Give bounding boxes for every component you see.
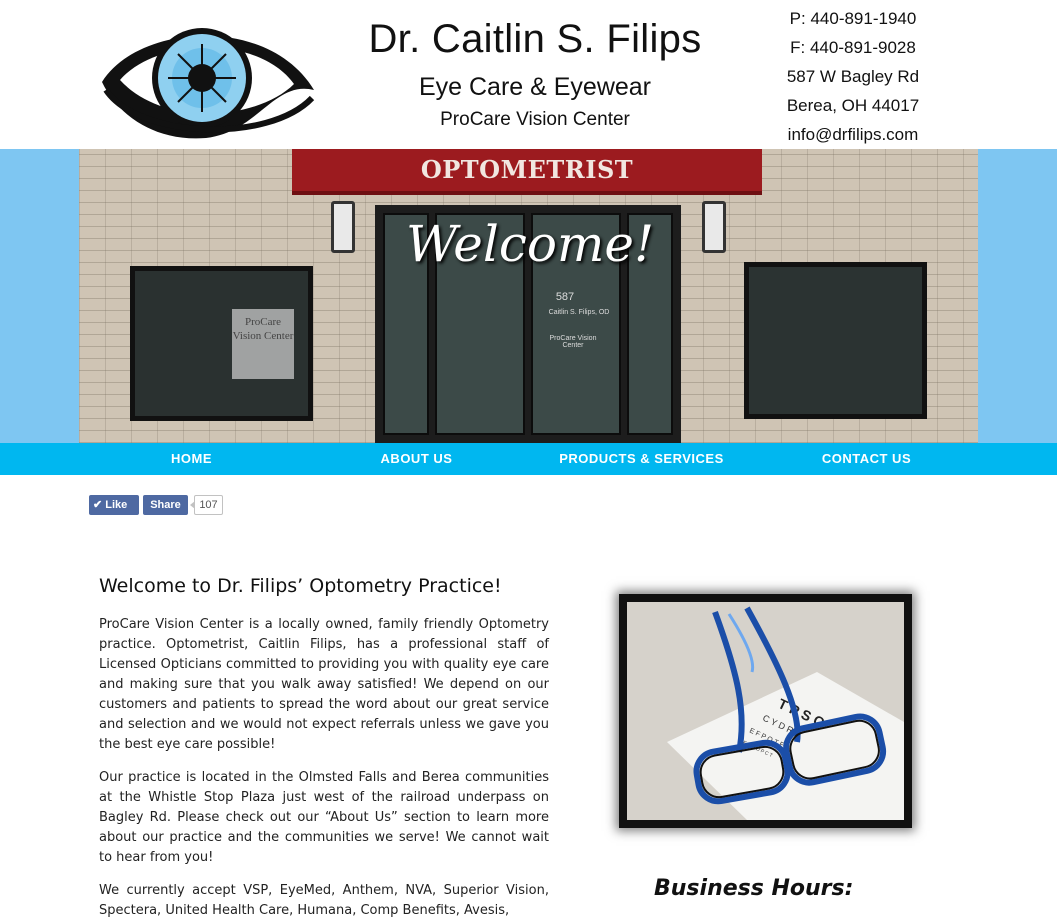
title-block: Dr. Caitlin S. Filips Eye Care & Eyewear… bbox=[330, 8, 740, 136]
door-doctor-name: Caitlin S. Filips, OD bbox=[548, 309, 610, 316]
welcome-script: Welcome! bbox=[405, 215, 655, 273]
page-heading: Welcome to Dr. Filips’ Optometry Practic… bbox=[99, 575, 502, 597]
door-center-name: ProCare Vision Center bbox=[549, 335, 597, 349]
like-count-badge: 107 bbox=[190, 495, 223, 515]
insurance-paragraph: We currently accept VSP, EyeMed, Anthem,… bbox=[99, 883, 549, 918]
awning-sign-text: OPTOMETRIST bbox=[420, 155, 634, 184]
nav-about-us[interactable]: ABOUT US bbox=[304, 443, 529, 475]
site-header: Dr. Caitlin S. Filips Eye Care & Eyewear… bbox=[0, 0, 1057, 149]
nav-contact-us[interactable]: CONTACT US bbox=[754, 443, 979, 475]
storefront-window-right bbox=[744, 262, 927, 419]
wall-lamp-left-icon bbox=[331, 201, 355, 253]
nav-home[interactable]: HOME bbox=[79, 443, 304, 475]
site-title: Dr. Caitlin S. Filips bbox=[368, 17, 702, 61]
business-hours-heading: Business Hours: bbox=[654, 876, 854, 901]
city-address: Berea, OH 44017 bbox=[786, 96, 920, 115]
location-paragraph: Our practice is located in the Olmsted F… bbox=[99, 770, 549, 865]
eyeglasses-on-eye-chart-icon: T P S O C Y D R E F P O T E L E F O D P … bbox=[627, 602, 904, 820]
optometrist-awning: OPTOMETRIST bbox=[292, 149, 762, 195]
email-link[interactable]: info@drfilips.com bbox=[760, 120, 946, 149]
facebook-share-button[interactable]: Share bbox=[143, 495, 188, 515]
contact-block: P: 440-891-1940 F: 440-891-9028 587 W Ba… bbox=[760, 4, 946, 149]
eye-logo-icon[interactable] bbox=[98, 20, 318, 140]
intro-paragraph: ProCare Vision Center is a locally owned… bbox=[99, 617, 549, 752]
main-nav: HOME ABOUT US PRODUCTS & SERVICES CONTAC… bbox=[0, 443, 1057, 475]
window-decal-text: ProCare Vision Center bbox=[232, 316, 294, 342]
hero-storefront-image: OPTOMETRIST ProCare Vision Center 587 Ca… bbox=[79, 149, 978, 443]
facebook-like-button[interactable]: ✔ Like bbox=[89, 495, 139, 515]
site-tagline: ProCare Vision Center bbox=[440, 109, 630, 130]
thumbs-up-icon: ✔ bbox=[93, 499, 103, 511]
fax-number: F: 440-891-9028 bbox=[790, 38, 916, 57]
street-address: 587 W Bagley Rd bbox=[786, 67, 920, 86]
window-decal: ProCare Vision Center bbox=[232, 309, 294, 379]
eyeglasses-photo-frame: T P S O C Y D R E F P O T E L E F O D P … bbox=[619, 594, 912, 828]
eyeglasses-photo: T P S O C Y D R E F P O T E L E F O D P … bbox=[627, 602, 904, 820]
phone-number[interactable]: P: 440-891-1940 bbox=[760, 4, 946, 33]
intro-content: ProCare Vision Center is a locally owned… bbox=[99, 615, 549, 924]
door-number: 587 bbox=[555, 291, 575, 303]
like-label: Like bbox=[105, 499, 128, 511]
wall-lamp-right-icon bbox=[702, 201, 726, 253]
site-subtitle: Eye Care & Eyewear bbox=[418, 73, 652, 101]
storefront-window-left: ProCare Vision Center bbox=[130, 266, 313, 421]
nav-products-services[interactable]: PRODUCTS & SERVICES bbox=[529, 443, 754, 475]
